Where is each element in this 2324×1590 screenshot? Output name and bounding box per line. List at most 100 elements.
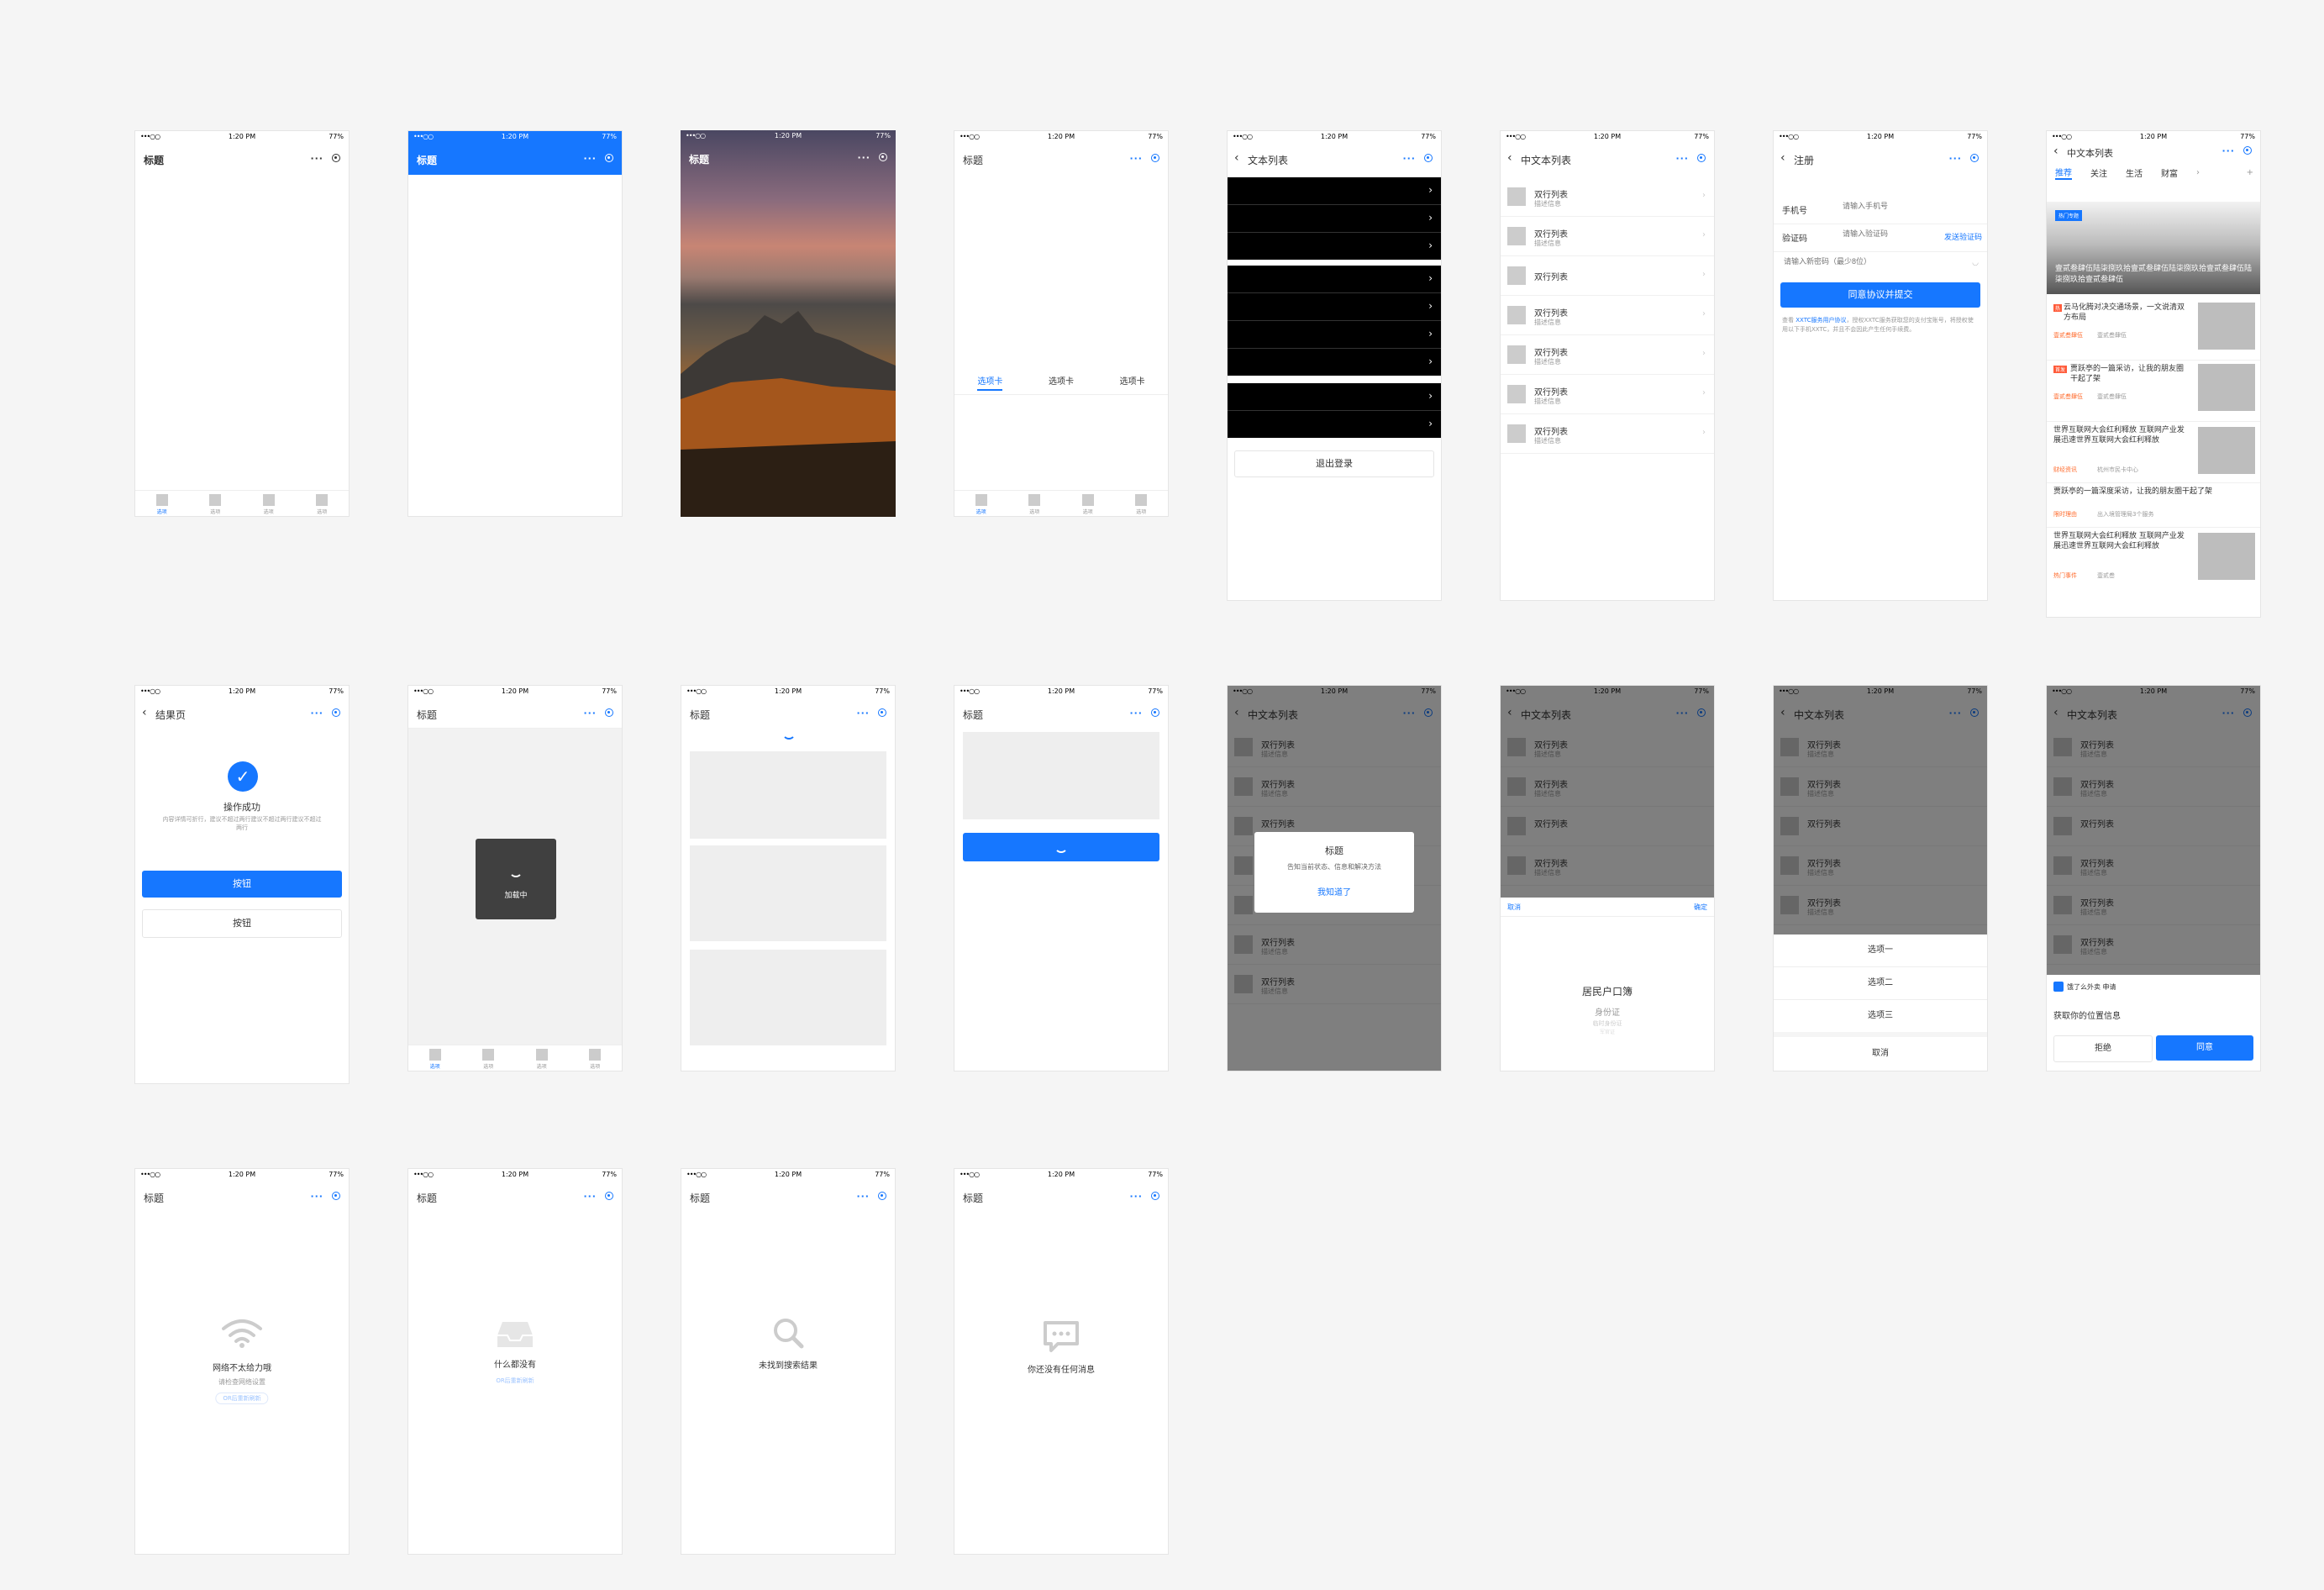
news-item[interactable]: 热 云马化腾对决交通场景，一文说清双方布局 壹贰叁肆伍 壹贰叁肆伍 (2047, 299, 2260, 361)
picker-option-selected[interactable]: 居民户口簿 (1501, 984, 1714, 998)
list-item[interactable]: 双行列表 描述信息 › (1501, 375, 1714, 414)
add-channel-icon[interactable]: + (2247, 168, 2253, 177)
channel-tab-more[interactable]: › (2196, 168, 2200, 177)
capsule[interactable]: ··· (1402, 152, 1433, 164)
list-item[interactable]: › (1228, 177, 1441, 205)
password-input[interactable] (1782, 256, 1953, 266)
tab[interactable]: 选项卡 (1049, 371, 1074, 394)
loading-button[interactable] (963, 833, 1159, 861)
back-icon[interactable]: ‹ (1234, 151, 1239, 165)
picker-confirm[interactable]: 确定 (1694, 903, 1707, 912)
picker-column[interactable]: 居民户口簿 身份证 临时身份证 军官证 (1501, 984, 1714, 1035)
phone-input[interactable] (1841, 201, 1945, 211)
more-icon[interactable]: ··· (310, 1191, 323, 1202)
action-option[interactable]: 选项一 (1774, 935, 1987, 967)
more-icon[interactable]: ··· (583, 708, 597, 719)
picker-option[interactable]: 身份证 (1501, 1005, 1714, 1018)
picker-cancel[interactable]: 取消 (1507, 903, 1521, 912)
target-icon[interactable] (1424, 154, 1433, 162)
primary-button[interactable]: 按钮 (142, 871, 342, 898)
more-icon[interactable]: ··· (1948, 153, 1962, 164)
target-icon[interactable] (332, 708, 340, 717)
capsule[interactable]: ··· (2221, 145, 2252, 156)
back-icon[interactable]: ‹ (1780, 151, 1785, 165)
logout-button[interactable]: 退出登录 (1234, 450, 1434, 477)
action-option[interactable]: 选项三 (1774, 1000, 1987, 1032)
list-item[interactable]: › (1228, 266, 1441, 293)
tab-item[interactable]: 选项 (471, 1045, 505, 1071)
tab-item[interactable]: 选项 (418, 1045, 452, 1071)
action-cancel[interactable]: 取消 (1774, 1037, 1987, 1071)
target-icon[interactable] (332, 154, 340, 162)
list-item[interactable]: 双行列表 描述信息 › (1501, 335, 1714, 375)
list-item[interactable]: › (1228, 411, 1441, 438)
capsule[interactable]: ··· (583, 707, 613, 719)
capsule[interactable]: ··· (1129, 707, 1159, 719)
tab-item[interactable]: 选项 (1017, 491, 1051, 516)
target-icon[interactable] (605, 154, 613, 162)
action-option[interactable]: 选项二 (1774, 967, 1987, 1000)
list-item[interactable]: 双行列表 描述信息 › (1501, 217, 1714, 256)
capsule[interactable]: ··· (857, 151, 887, 163)
more-icon[interactable]: ··· (856, 708, 870, 719)
tab-active[interactable]: 选项卡 (977, 371, 1003, 391)
list-item[interactable]: › (1228, 205, 1441, 233)
submit-button[interactable]: 同意协议并提交 (1780, 282, 1980, 308)
send-code-button[interactable]: 发送验证码 (1944, 231, 1982, 242)
target-icon[interactable] (1970, 154, 1979, 162)
tab-item[interactable]: 选项 (965, 491, 998, 516)
banner[interactable]: 热门专题 壹贰叁肆伍陆柒捌玖拾壹贰叁肆伍陆柒捌玖拾壹贰叁肆伍陆柒捌玖拾壹贰叁肆伍 (2047, 202, 2260, 294)
target-icon[interactable] (1697, 154, 1706, 162)
more-icon[interactable]: ··· (1675, 153, 1689, 164)
more-icon[interactable]: ··· (583, 153, 597, 164)
list-item[interactable]: › (1228, 349, 1441, 376)
picker-option[interactable]: 军官证 (1501, 1028, 1714, 1035)
tab-item[interactable]: 选项 (578, 1045, 612, 1071)
retry-button[interactable]: OR后重新刷新 (489, 1376, 540, 1386)
agree-button[interactable]: 同意 (2156, 1035, 2253, 1061)
capsule[interactable]: ··· (583, 152, 613, 164)
target-icon[interactable] (1151, 1192, 1159, 1200)
list-item[interactable]: 双行列表 描述信息 › (1501, 177, 1714, 217)
list-item[interactable]: › (1228, 233, 1441, 260)
capsule[interactable]: ··· (856, 1190, 886, 1202)
tab[interactable]: 选项卡 (1120, 371, 1145, 394)
capsule[interactable]: ··· (310, 1190, 340, 1202)
target-icon[interactable] (2243, 146, 2252, 155)
list-item[interactable]: › (1228, 321, 1441, 349)
target-icon[interactable] (1151, 708, 1159, 717)
list-item[interactable]: › (1228, 383, 1441, 411)
list-item[interactable]: 双行列表 描述信息 › (1501, 414, 1714, 454)
agreement-link[interactable]: XXTC服务用户协议 (1796, 317, 1846, 324)
channel-tab[interactable]: 生活 (2126, 166, 2143, 179)
back-icon[interactable]: ‹ (142, 706, 147, 719)
more-icon[interactable]: ··· (310, 153, 323, 164)
target-icon[interactable] (332, 1192, 340, 1200)
capsule[interactable]: ··· (1129, 1190, 1159, 1202)
more-icon[interactable]: ··· (1129, 153, 1143, 164)
list-item[interactable]: 双行列表 描述信息 › (1501, 296, 1714, 335)
tab-item[interactable]: 选项 (252, 491, 286, 516)
more-icon[interactable]: ··· (583, 1191, 597, 1202)
dialog-confirm-button[interactable]: 我知道了 (1254, 885, 1414, 898)
target-icon[interactable] (878, 1192, 886, 1200)
secondary-button[interactable]: 按钮 (142, 909, 342, 938)
target-icon[interactable] (878, 708, 886, 717)
capsule[interactable]: ··· (310, 152, 340, 164)
channel-tab[interactable]: 关注 (2090, 166, 2107, 179)
capsule[interactable]: ··· (1948, 152, 1979, 164)
target-icon[interactable] (605, 1192, 613, 1200)
tab-item[interactable]: 选项 (305, 491, 339, 516)
list-item[interactable]: › (1228, 293, 1441, 321)
target-icon[interactable] (879, 153, 887, 161)
tab-item[interactable]: 选项 (1071, 491, 1105, 516)
back-icon[interactable]: ‹ (1507, 151, 1512, 165)
news-item[interactable]: 世界互联网大会红利释放 互联网产业发展迅速世界互联网大会红利释放 财经资讯 杭州… (2047, 422, 2260, 483)
tab-item[interactable]: 选项 (525, 1045, 559, 1071)
more-icon[interactable]: ··· (310, 708, 323, 719)
news-item[interactable]: 世界互联网大会红利释放 互联网产业发展迅速世界互联网大会红利释放 热门事件 壹贰… (2047, 528, 2260, 588)
target-icon[interactable] (605, 708, 613, 717)
code-input[interactable] (1841, 229, 1920, 239)
target-icon[interactable] (1151, 154, 1159, 162)
more-icon[interactable]: ··· (856, 1191, 870, 1202)
